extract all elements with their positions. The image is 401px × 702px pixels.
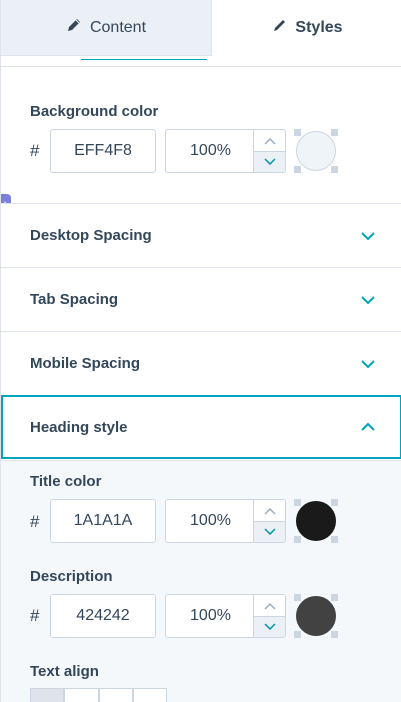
text-align-buttons [30, 688, 167, 702]
text-align-label: Text align [30, 663, 99, 680]
tab-content[interactable]: Content [1, 0, 212, 56]
heading-style-row[interactable]: Heading style [1, 395, 401, 459]
tab-styles-label: Styles [295, 19, 343, 36]
scrolled-link-fragment [1, 56, 401, 66]
stepper-down-button[interactable] [254, 151, 285, 172]
tab-styles[interactable]: Styles [212, 0, 401, 56]
background-opacity-input[interactable] [166, 130, 255, 172]
title-hex-input[interactable] [50, 499, 156, 543]
caret-down-icon [263, 528, 276, 536]
description-opacity-field [165, 594, 286, 638]
align-left-button[interactable] [30, 688, 65, 702]
opacity-stepper [253, 595, 285, 637]
color-preview-circle [296, 131, 336, 171]
color-preview-circle [296, 596, 336, 636]
title-opacity-input[interactable] [166, 500, 255, 542]
color-preview-circle [296, 501, 336, 541]
caret-down-icon [263, 623, 276, 631]
tab-spacing-row[interactable]: Tab Spacing [1, 267, 401, 331]
mobile-spacing-row[interactable]: Mobile Spacing [1, 331, 401, 395]
desktop-spacing-row[interactable]: Desktop Spacing [1, 203, 401, 267]
tab-content-label: Content [89, 18, 147, 36]
desktop-spacing-label: Desktop Spacing [30, 227, 152, 244]
chevron-down-icon [361, 295, 375, 304]
align-center-button[interactable] [64, 688, 99, 702]
background-color-swatch[interactable] [294, 129, 338, 173]
align-right-button[interactable] [98, 688, 133, 702]
description-label: Description [30, 568, 113, 585]
description-color-swatch[interactable] [294, 594, 338, 638]
styles-panel: Content Styles Background color # EFF4F8… [0, 0, 401, 702]
opacity-stepper [253, 130, 285, 172]
opacity-stepper [253, 500, 285, 542]
chevron-up-icon [361, 422, 375, 431]
description-hex-input[interactable] [50, 594, 156, 638]
tab-spacing-label: Tab Spacing [30, 291, 119, 308]
title-color-swatch[interactable] [294, 499, 338, 543]
caret-up-icon [263, 507, 276, 515]
background-color-label: Background color [30, 103, 159, 120]
stepper-down-button[interactable] [254, 616, 285, 637]
caret-up-icon [263, 602, 276, 610]
hash-symbol: # [30, 512, 40, 531]
title-opacity-field [165, 499, 286, 543]
align-justify-button[interactable] [132, 688, 167, 702]
pencil-icon [66, 17, 82, 38]
chevron-down-icon [361, 231, 375, 240]
stepper-up-button[interactable] [254, 595, 285, 616]
stepper-down-button[interactable] [254, 521, 285, 542]
mobile-spacing-label: Mobile Spacing [30, 355, 141, 372]
stepper-up-button[interactable] [254, 130, 285, 151]
brush-icon [271, 18, 287, 39]
title-color-label: Title color [30, 473, 102, 490]
chevron-down-icon [361, 359, 375, 368]
caret-down-icon [263, 158, 276, 166]
background-color-section: Background color # [1, 66, 401, 202]
stepper-up-button[interactable] [254, 500, 285, 521]
heading-style-panel: Title color # Description # [1, 460, 401, 702]
background-opacity-field [165, 129, 286, 173]
tab-bar: Content Styles [1, 0, 401, 56]
background-hex-input[interactable] [50, 129, 156, 173]
hash-symbol: # [30, 606, 40, 625]
hash-symbol: # [30, 141, 40, 160]
link-underline [81, 59, 207, 60]
description-opacity-input[interactable] [166, 595, 255, 637]
heading-style-label: Heading style [30, 418, 128, 436]
caret-up-icon [263, 137, 276, 145]
